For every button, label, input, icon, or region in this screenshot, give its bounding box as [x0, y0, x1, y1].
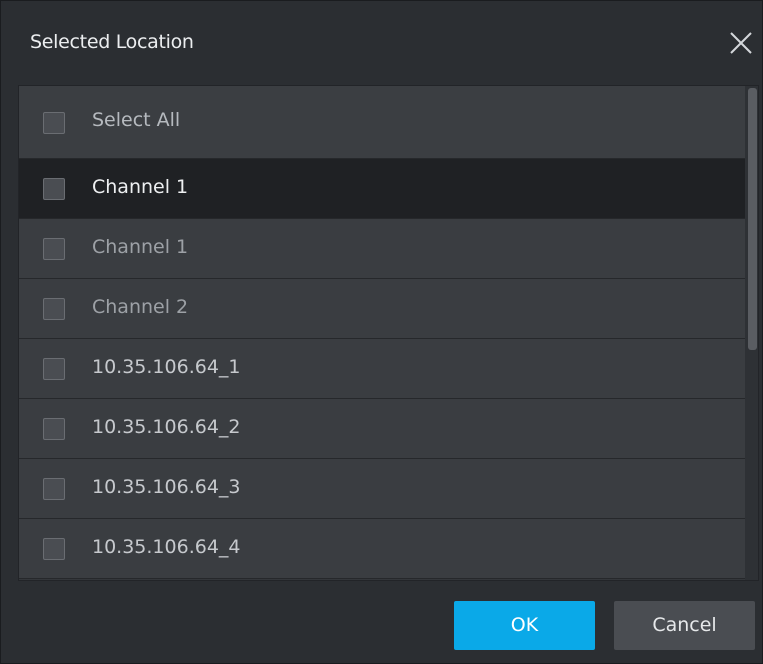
close-icon [730, 32, 752, 54]
list-item-checkbox[interactable] [43, 358, 65, 380]
list-item-checkbox[interactable] [43, 418, 65, 440]
list-item-channel-1[interactable]: Channel 1 [19, 219, 745, 279]
list-item-label: Channel 1 [92, 176, 189, 198]
list-item-label: 10.35.106.64_1 [92, 356, 241, 378]
cancel-button[interactable]: Cancel [614, 601, 755, 650]
selected-location-dialog: Selected Location Select All Channel 1 C… [0, 0, 763, 664]
list-item-checkbox[interactable] [43, 298, 65, 320]
list-item-label: 10.35.106.64_3 [92, 476, 241, 498]
dialog-title: Selected Location [30, 31, 194, 53]
list-item-checkbox[interactable] [43, 178, 65, 200]
list-item-channel-1-highlighted[interactable]: Channel 1 [19, 159, 745, 219]
title-bar: Selected Location [1, 1, 762, 83]
select-all-row[interactable]: Select All [19, 86, 745, 159]
list-item-ip-4[interactable]: 10.35.106.64_4 [19, 519, 745, 579]
location-list-items: Select All Channel 1 Channel 1 Channel 2… [19, 86, 745, 579]
list-item-label: 10.35.106.64_2 [92, 416, 241, 438]
list-item-label: Channel 1 [92, 236, 189, 258]
ok-button[interactable]: OK [454, 601, 595, 650]
list-item-checkbox[interactable] [43, 478, 65, 500]
select-all-label: Select All [92, 109, 181, 131]
select-all-checkbox[interactable] [43, 112, 65, 134]
list-item-checkbox[interactable] [43, 538, 65, 560]
list-item-ip-1[interactable]: 10.35.106.64_1 [19, 339, 745, 399]
list-item-checkbox[interactable] [43, 238, 65, 260]
list-item-ip-3[interactable]: 10.35.106.64_3 [19, 459, 745, 519]
list-item-channel-2[interactable]: Channel 2 [19, 279, 745, 339]
list-item-label: 10.35.106.64_4 [92, 536, 241, 558]
list-item-label: Channel 2 [92, 296, 189, 318]
scrollbar-thumb[interactable] [748, 88, 757, 350]
list-item-ip-2[interactable]: 10.35.106.64_2 [19, 399, 745, 459]
list-scrollbar[interactable] [745, 86, 758, 580]
close-button[interactable] [726, 28, 756, 58]
location-list: Select All Channel 1 Channel 1 Channel 2… [18, 85, 759, 581]
